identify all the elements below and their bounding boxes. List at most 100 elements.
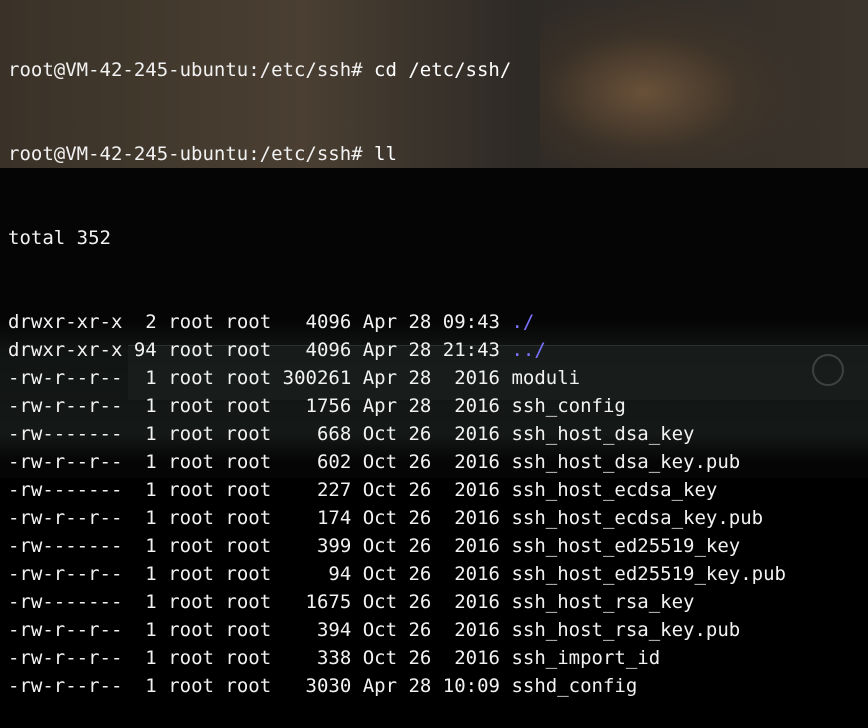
- file-group: root: [225, 395, 272, 417]
- file-permissions: -rw-r--r--: [8, 675, 123, 697]
- total-line: total 352: [8, 227, 111, 249]
- file-size: 227: [282, 479, 352, 501]
- file-date: Apr 28 2016: [362, 395, 500, 417]
- file-owner: root: [168, 591, 214, 613]
- file-date: Oct 26 2016: [362, 479, 500, 501]
- file-group: root: [225, 619, 272, 641]
- file-group: root: [225, 339, 272, 361]
- file-name: moduli: [511, 367, 581, 389]
- file-size: 1756: [282, 395, 352, 417]
- file-date: Apr 28 09:43: [362, 311, 500, 333]
- file-date: Oct 26 2016: [362, 563, 500, 585]
- file-links: 94: [133, 339, 157, 361]
- file-name: ssh_host_dsa_key.pub: [511, 451, 741, 473]
- file-size: 94: [282, 563, 352, 585]
- file-date: Oct 26 2016: [362, 535, 500, 557]
- file-name: ssh_host_dsa_key: [511, 423, 695, 445]
- file-links: 1: [133, 591, 157, 613]
- file-name: ../: [511, 339, 546, 361]
- file-date: Oct 26 2016: [362, 647, 500, 669]
- file-links: 1: [133, 535, 157, 557]
- file-name: ssh_host_rsa_key: [511, 591, 695, 613]
- file-links: 1: [133, 423, 157, 445]
- file-owner: root: [168, 535, 214, 557]
- file-date: Apr 28 2016: [362, 367, 500, 389]
- shell-prompt: root@VM-42-245-ubuntu:/etc/ssh#: [8, 143, 375, 165]
- file-date: Oct 26 2016: [362, 619, 500, 641]
- listing-row: -rw-r--r-- 1 root root 300261 Apr 28 201…: [8, 364, 786, 392]
- prompt-line: root@VM-42-245-ubuntu:/etc/ssh# cd /etc/…: [8, 56, 786, 84]
- file-date: Oct 26 2016: [362, 451, 500, 473]
- file-size: 394: [282, 619, 352, 641]
- file-owner: root: [168, 367, 214, 389]
- file-size: 668: [282, 423, 352, 445]
- file-links: 1: [133, 647, 157, 669]
- directory-listing: drwxr-xr-x 2 root root 4096 Apr 28 09:43…: [8, 308, 786, 700]
- file-size: 1675: [282, 591, 352, 613]
- file-owner: root: [168, 339, 214, 361]
- file-date: Oct 26 2016: [362, 591, 500, 613]
- file-size: 602: [282, 451, 352, 473]
- file-owner: root: [168, 675, 214, 697]
- file-group: root: [225, 675, 272, 697]
- file-permissions: -rw-------: [8, 479, 123, 501]
- file-links: 1: [133, 395, 157, 417]
- shell-command: ll: [374, 143, 397, 165]
- file-size: 174: [282, 507, 352, 529]
- listing-row: drwxr-xr-x 2 root root 4096 Apr 28 09:43…: [8, 308, 786, 336]
- listing-row: -rw-r--r-- 1 root root 3030 Apr 28 10:09…: [8, 672, 786, 700]
- listing-row: -rw-r--r-- 1 root root 338 Oct 26 2016 s…: [8, 644, 786, 672]
- file-permissions: -rw-r--r--: [8, 395, 123, 417]
- file-permissions: drwxr-xr-x: [8, 311, 123, 333]
- file-date: Apr 28 10:09: [362, 675, 500, 697]
- file-size: 3030: [282, 675, 352, 697]
- file-owner: root: [168, 507, 214, 529]
- file-date: Apr 28 21:43: [362, 339, 500, 361]
- file-permissions: -rw-------: [8, 535, 123, 557]
- file-group: root: [225, 563, 272, 585]
- file-links: 1: [133, 675, 157, 697]
- file-group: root: [225, 451, 272, 473]
- file-permissions: -rw-------: [8, 423, 123, 445]
- file-name: ssh_host_ecdsa_key.pub: [511, 507, 764, 529]
- file-permissions: -rw-r--r--: [8, 563, 123, 585]
- file-links: 1: [133, 479, 157, 501]
- file-name: ssh_config: [511, 395, 626, 417]
- file-permissions: -rw-r--r--: [8, 451, 123, 473]
- file-size: 399: [282, 535, 352, 557]
- file-name: ssh_host_ed25519_key.pub: [511, 563, 786, 585]
- listing-row: -rw------- 1 root root 1675 Oct 26 2016 …: [8, 588, 786, 616]
- smiley-icon: [812, 354, 844, 386]
- file-permissions: -rw-r--r--: [8, 367, 123, 389]
- file-size: 300261: [282, 367, 352, 389]
- file-links: 1: [133, 619, 157, 641]
- terminal-output[interactable]: root@VM-42-245-ubuntu:/etc/ssh# cd /etc/…: [8, 0, 786, 728]
- file-links: 1: [133, 367, 157, 389]
- file-group: root: [225, 367, 272, 389]
- listing-row: -rw-r--r-- 1 root root 174 Oct 26 2016 s…: [8, 504, 786, 532]
- file-size: 4096: [282, 311, 352, 333]
- file-permissions: drwxr-xr-x: [8, 339, 123, 361]
- file-permissions: -rw-------: [8, 591, 123, 613]
- file-size: 338: [282, 647, 352, 669]
- listing-row: -rw-r--r-- 1 root root 94 Oct 26 2016 ss…: [8, 560, 786, 588]
- file-owner: root: [168, 647, 214, 669]
- file-links: 2: [133, 311, 157, 333]
- file-owner: root: [168, 563, 214, 585]
- file-name: ssh_host_ed25519_key: [511, 535, 741, 557]
- file-name: ssh_host_rsa_key.pub: [511, 619, 741, 641]
- listing-row: -rw-r--r-- 1 root root 1756 Apr 28 2016 …: [8, 392, 786, 420]
- file-group: root: [225, 423, 272, 445]
- listing-row: -rw-r--r-- 1 root root 394 Oct 26 2016 s…: [8, 616, 786, 644]
- file-owner: root: [168, 395, 214, 417]
- file-owner: root: [168, 479, 214, 501]
- prompt-line: root@VM-42-245-ubuntu:/etc/ssh# ll: [8, 140, 786, 168]
- file-owner: root: [168, 619, 214, 641]
- file-links: 1: [133, 507, 157, 529]
- file-name: ssh_host_ecdsa_key: [511, 479, 718, 501]
- file-owner: root: [168, 423, 214, 445]
- listing-row: -rw------- 1 root root 668 Oct 26 2016 s…: [8, 420, 786, 448]
- file-name: ./: [511, 311, 535, 333]
- listing-row: -rw------- 1 root root 399 Oct 26 2016 s…: [8, 532, 786, 560]
- listing-row: drwxr-xr-x 94 root root 4096 Apr 28 21:4…: [8, 336, 786, 364]
